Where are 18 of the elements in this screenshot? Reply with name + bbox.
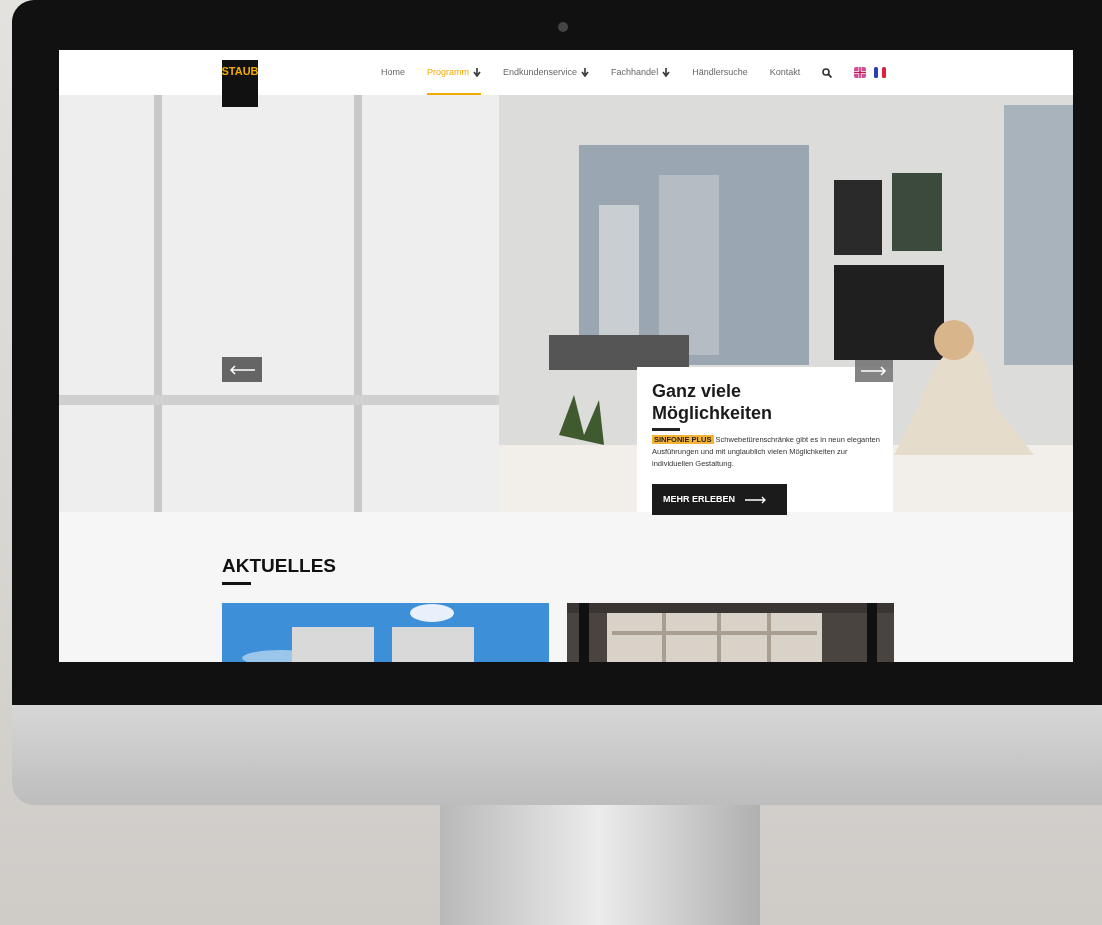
nav-link[interactable]: Fachhandel: [611, 50, 671, 95]
section-heading: AKTUELLES: [222, 556, 337, 575]
search-icon[interactable]: [822, 67, 833, 78]
more-button[interactable]: MEHR ERLEBEN: [652, 484, 787, 515]
nav-link[interactable]: Home: [381, 50, 405, 95]
left-arrow-icon: [229, 364, 255, 375]
previous-button[interactable]: [222, 357, 262, 382]
next-button[interactable]: [855, 360, 893, 382]
right-arrow-icon: [861, 366, 887, 376]
camera-icon: [558, 22, 568, 32]
flag-icon[interactable]: [854, 67, 867, 78]
nav-link[interactable]: Endkundenservice: [503, 50, 590, 95]
right-arrow-icon: [745, 495, 767, 504]
flag-icon[interactable]: [874, 67, 887, 78]
nav-link[interactable]: Kontakt: [769, 50, 801, 95]
nav-link[interactable]: Händlersuche: [692, 50, 748, 95]
hero-title: Ganz viele Möglichkeiten: [652, 380, 773, 424]
logo[interactable]: STAUB: [222, 60, 258, 107]
